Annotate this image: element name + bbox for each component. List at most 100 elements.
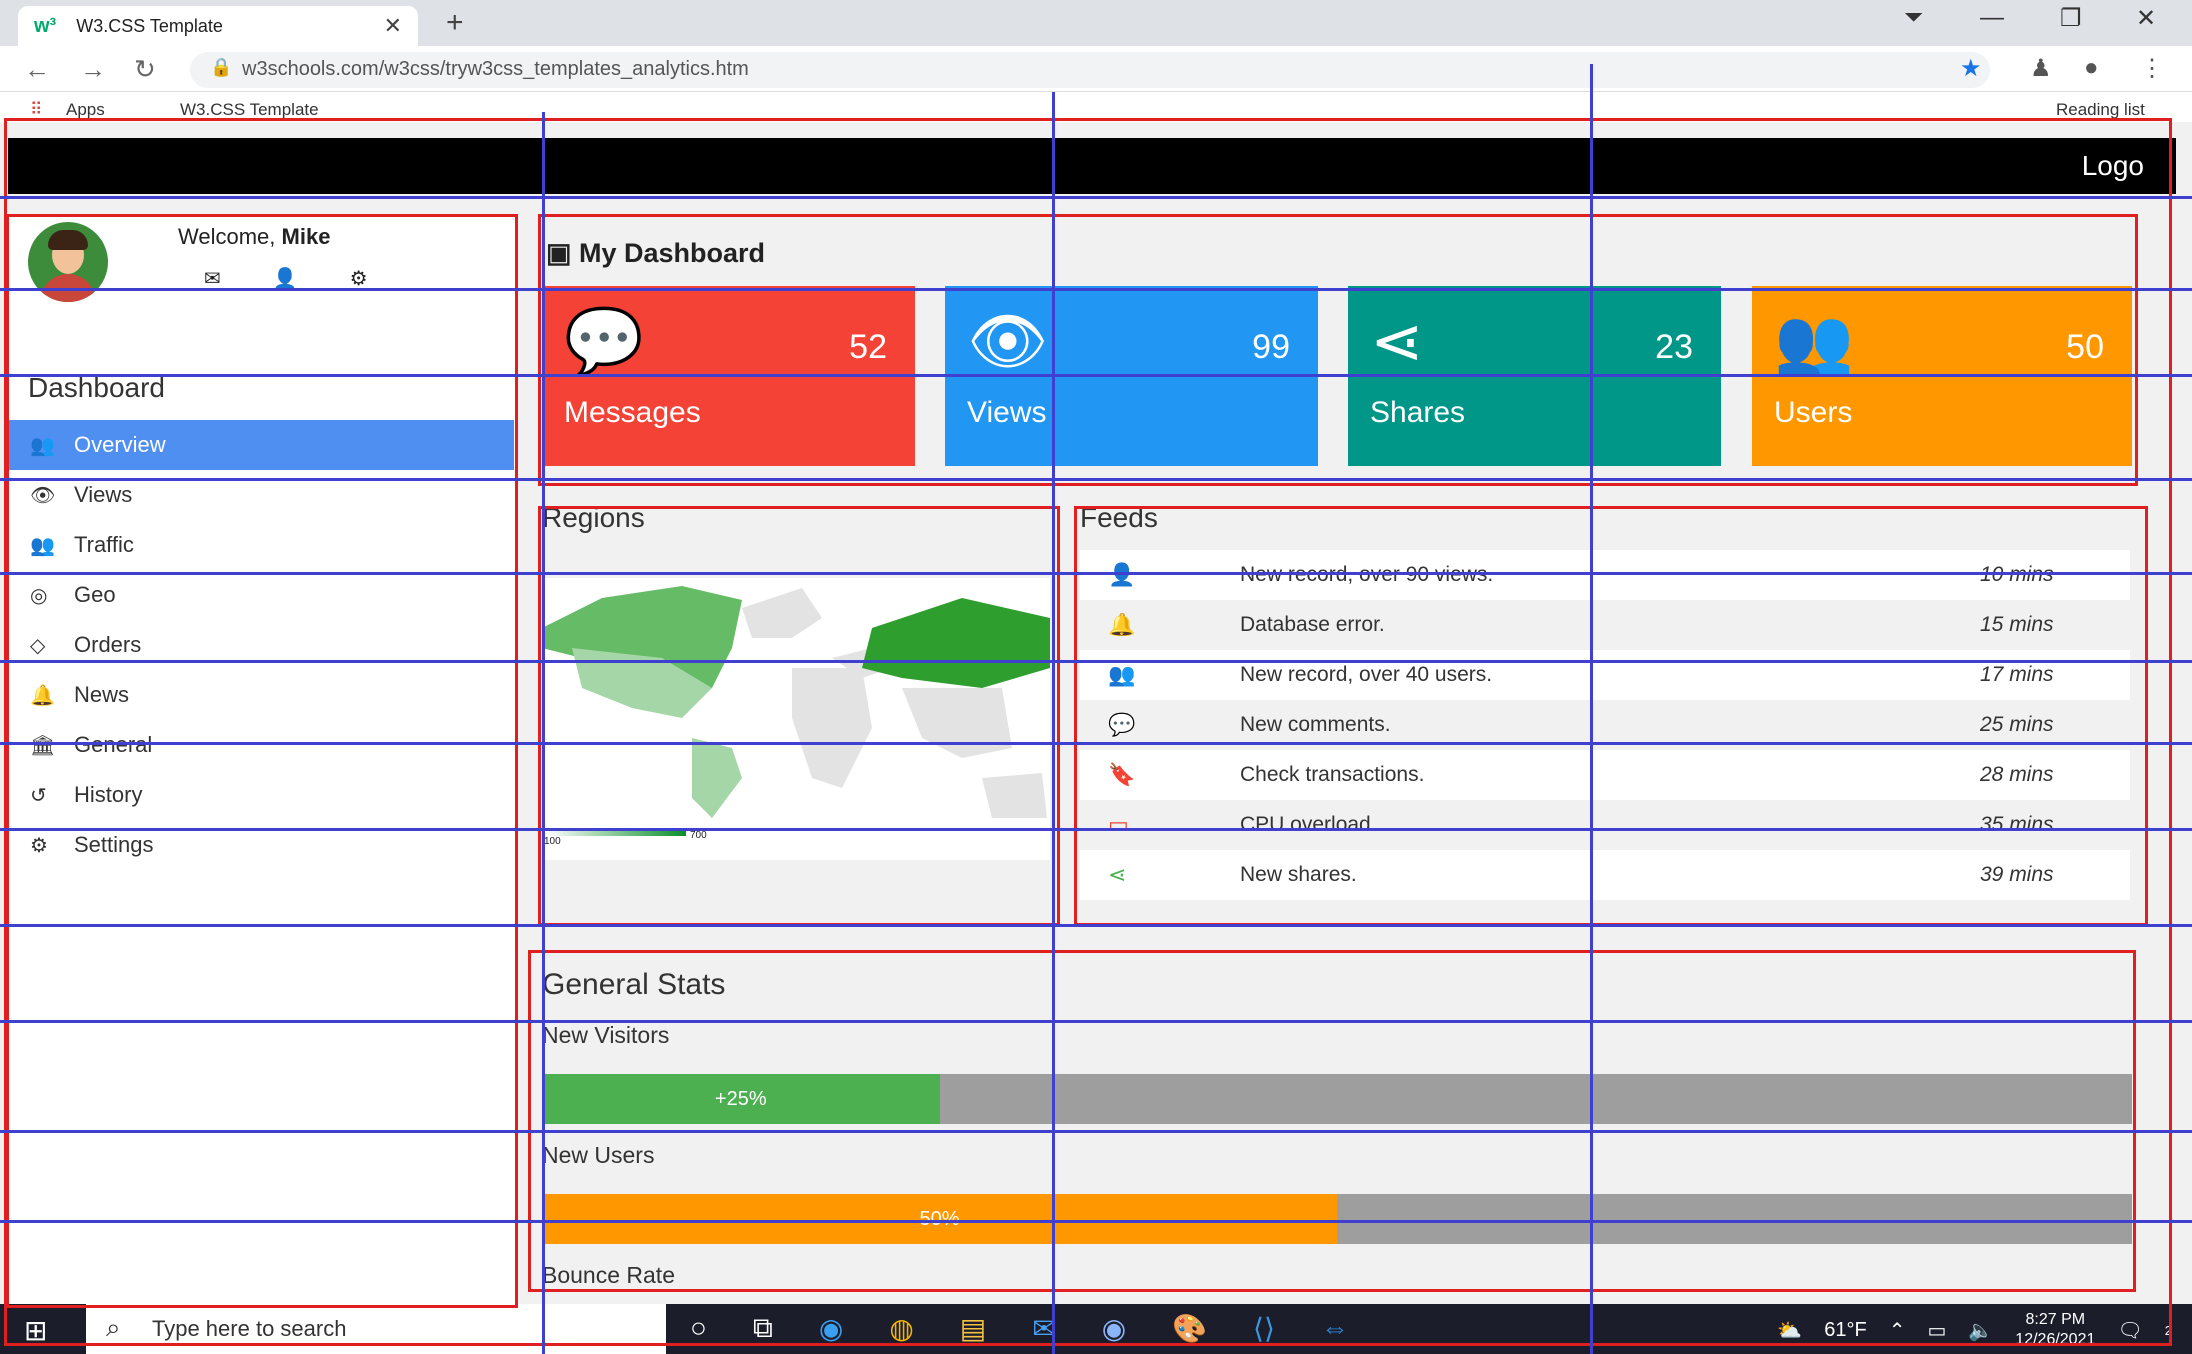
sidebar: Welcome, Mike ✉ 👤 ⚙ Dashboard 👥 Overview … <box>8 214 518 1304</box>
tab-title: W3.CSS Template <box>76 15 223 36</box>
diamond-icon: ◇ <box>30 634 46 657</box>
star-icon[interactable]: ★ <box>1960 54 1982 83</box>
logo[interactable]: Logo <box>2082 150 2144 182</box>
teamviewer-icon[interactable]: ⇔ <box>1321 1312 1349 1345</box>
url-field[interactable]: 🔒 w3schools.com/w3css/tryw3css_templates_… <box>190 52 1990 88</box>
card-value: 52 <box>849 328 887 366</box>
feed-time: 17 mins <box>1980 663 2054 686</box>
feed-text: Database error. <box>1240 613 1385 636</box>
back-icon[interactable]: ← <box>24 54 50 85</box>
weather-temp[interactable]: 61°F <box>1824 1319 1866 1342</box>
feed-row: 🔖 Check transactions. 28 mins <box>1080 750 2130 800</box>
feed-time: 28 mins <box>1980 763 2054 786</box>
feed-time: 35 mins <box>1980 813 2054 836</box>
apps-icon: ⠿ <box>30 100 43 119</box>
card-label: Views <box>967 396 1047 429</box>
bell-icon: 🔔 <box>30 684 55 707</box>
volume-icon[interactable]: 🔈 <box>1968 1318 1993 1343</box>
reload-icon[interactable]: ↻ <box>134 54 156 85</box>
bullseye-icon: ◎ <box>30 584 48 607</box>
cog-icon[interactable]: ⚙ <box>350 266 368 291</box>
map-legend-max: 700 <box>690 830 707 841</box>
menu-icon[interactable]: ⋮ <box>2140 54 2164 83</box>
url-text: w3schools.com/w3css/tryw3css_templates_a… <box>242 58 749 80</box>
sidebar-item-settings[interactable]: ⚙ Settings <box>8 820 514 870</box>
bookmarks-bar: ⠿ Apps W3.CSS Template Reading list <box>0 92 2192 122</box>
bookmark-apps[interactable]: Apps <box>66 100 105 120</box>
address-bar: ← → ↻ 🔒 w3schools.com/w3css/tryw3css_temp… <box>0 46 2192 92</box>
restore-icon[interactable]: ❐ <box>2060 4 2082 33</box>
stat-label: Bounce Rate <box>542 1262 675 1288</box>
taskbar-search[interactable]: ⌕ Type here to search <box>86 1304 666 1354</box>
search-icon: ⌕ <box>106 1312 121 1342</box>
network-icon[interactable]: ▭ <box>1927 1318 1946 1343</box>
sidebar-item-history[interactable]: ↺ History <box>8 770 514 820</box>
feed-time: 10 mins <box>1980 563 2054 586</box>
sidebar-item-overview[interactable]: 👥 Overview <box>8 420 514 470</box>
minimize-icon[interactable]: — <box>1980 4 2004 32</box>
browser-tab[interactable]: w³ W3.CSS Template ✕ <box>18 6 418 46</box>
user-icon[interactable]: 👤 <box>273 266 298 291</box>
feed-text: New record, over 40 users. <box>1240 663 1493 686</box>
paint-icon[interactable]: 🎨 <box>1172 1312 1207 1345</box>
bank-icon: 🏛 <box>30 734 56 757</box>
sidebar-item-label: General <box>74 732 153 757</box>
regions-map[interactable]: 100 700 <box>542 578 1050 860</box>
feeds-title: Feeds <box>1080 502 1158 533</box>
notifications-icon[interactable]: 🗨 <box>2117 1318 2142 1343</box>
sidebar-item-label: Orders <box>74 632 142 657</box>
share-icon: ⋖ <box>1370 305 1424 377</box>
card-users[interactable]: 👥 50 Users <box>1752 286 2132 466</box>
page-title: ▣ My Dashboard <box>546 238 765 269</box>
windows-start-icon[interactable]: ⊞ <box>24 1314 47 1347</box>
new-tab-icon[interactable]: + <box>446 6 464 40</box>
edge-icon[interactable]: ◉ <box>819 1312 843 1345</box>
feed-row: ⋖ New shares. 39 mins <box>1080 850 2130 900</box>
profile-icon[interactable]: ⏷ <box>1904 4 1923 32</box>
stat-label: New Users <box>542 1142 655 1168</box>
welcome-text: Welcome, Mike <box>178 224 330 250</box>
feed-time: 15 mins <box>1980 613 2054 636</box>
chevron-up-icon[interactable]: ⌃ <box>1889 1318 1906 1343</box>
sidebar-item-label: News <box>74 682 130 707</box>
task-view-icon[interactable]: ⧉ <box>753 1312 773 1345</box>
feed-row: 👥 New record, over 40 users. 17 mins <box>1080 650 2130 700</box>
file-explorer-icon[interactable]: ▤ <box>960 1312 986 1345</box>
card-views[interactable]: 👁 99 Views <box>945 286 1318 466</box>
envelope-icon[interactable]: ✉ <box>204 266 221 291</box>
cortana-icon[interactable]: ○ <box>690 1312 707 1345</box>
sidebar-item-views[interactable]: 👁 Views <box>8 470 514 520</box>
sidebar-item-news[interactable]: 🔔 News <box>8 670 514 720</box>
bookmark-w3css[interactable]: W3.CSS Template <box>180 100 319 120</box>
eye-icon: 👁 <box>967 305 1049 377</box>
card-value: 99 <box>1252 328 1290 366</box>
clock-date: 12/26/2021 <box>2015 1331 2096 1348</box>
sidebar-menu: 👥 Overview 👁 Views 👥 Traffic ◎ Geo ◇ Orders 🔔… <box>8 420 514 870</box>
forward-icon[interactable]: → <box>80 54 106 85</box>
reading-list[interactable]: Reading list <box>2056 100 2145 120</box>
account-icon[interactable]: ● <box>2084 54 2099 82</box>
card-messages[interactable]: 💬 52 Messages <box>542 286 915 466</box>
regions-title: Regions <box>542 502 645 533</box>
sidebar-item-geo[interactable]: ◎ Geo <box>8 570 514 620</box>
sidebar-item-traffic[interactable]: 👥 Traffic <box>8 520 514 570</box>
users-icon: 👥 <box>30 534 55 557</box>
welcome-label: Welcome, <box>178 224 282 249</box>
chrome-active-icon[interactable]: ◉ <box>1102 1312 1126 1345</box>
card-shares[interactable]: ⋖ 23 Shares <box>1348 286 1721 466</box>
mail-icon[interactable]: ✉ <box>1032 1312 1055 1345</box>
clock[interactable]: 8:27 PM 12/26/2021 <box>2015 1310 2095 1350</box>
chrome-icon[interactable]: ◍ <box>889 1312 913 1345</box>
progress-fill: +25% <box>542 1074 940 1124</box>
sidebar-item-orders[interactable]: ◇ Orders <box>8 620 514 670</box>
weather-icon[interactable]: ⛅ <box>1777 1318 1802 1343</box>
sidebar-item-general[interactable]: 🏛 General <box>8 720 514 770</box>
close-window-icon[interactable]: ✕ <box>2136 4 2156 33</box>
close-tab-icon[interactable]: ✕ <box>384 13 402 39</box>
search-placeholder: Type here to search <box>152 1316 347 1341</box>
w3schools-icon: w³ <box>34 14 57 37</box>
vscode-icon[interactable]: ⟨⟩ <box>1253 1312 1275 1345</box>
extension-icon[interactable]: ♟ <box>2030 54 2052 83</box>
progress-new-visitors: +25% <box>542 1074 2132 1124</box>
user-name: Mike <box>281 224 331 249</box>
